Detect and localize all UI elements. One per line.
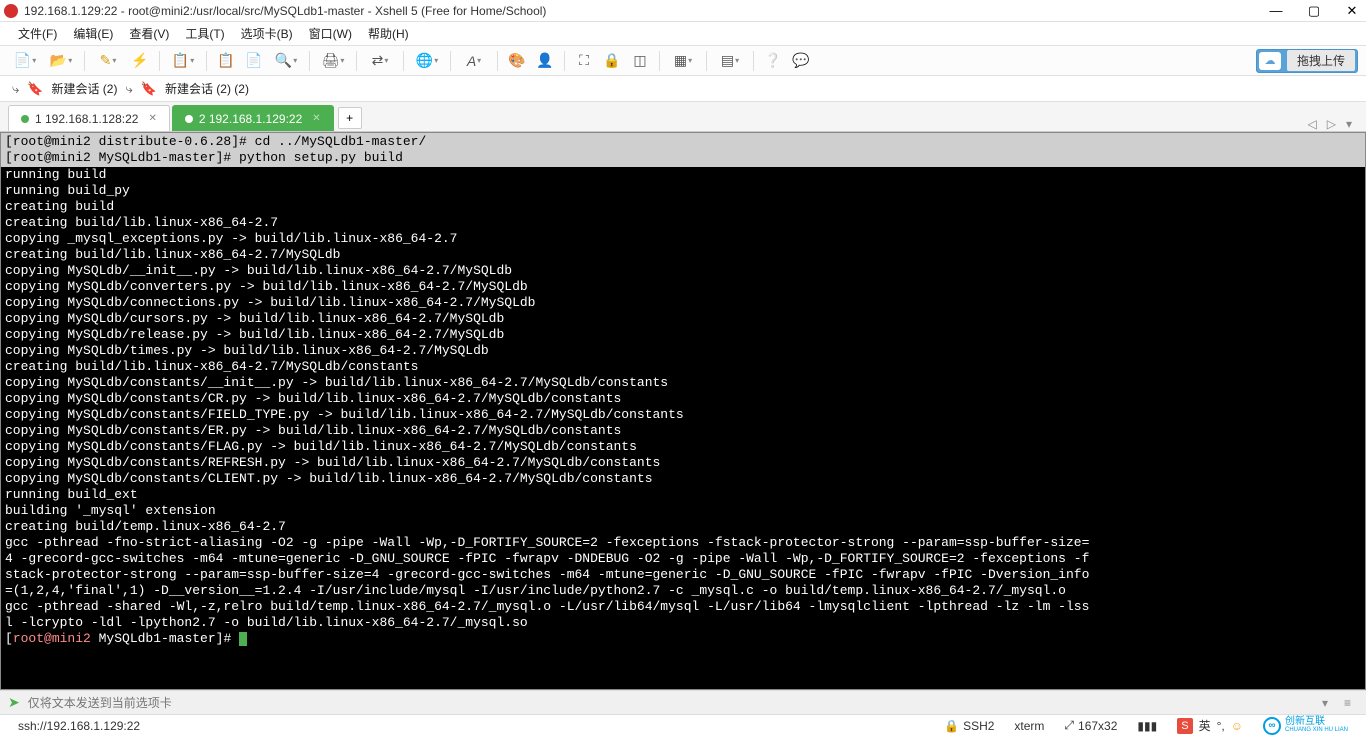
brand-logo: ∞ 创新互联 CHUANG XIN HU LIAN [1253, 717, 1358, 735]
tab-session-2[interactable]: 2 192.168.1.129:22 ✕ [172, 105, 334, 131]
menu-tab[interactable]: 选项卡(B) [235, 23, 299, 44]
status-dot-icon [21, 115, 29, 123]
session-link-1[interactable]: 新建会话 (2) [51, 80, 117, 97]
transfer-icon[interactable]: ⇄▾ [363, 49, 397, 73]
forward-icon[interactable]: ⤷ [12, 81, 19, 97]
font-icon[interactable]: A▾ [457, 49, 491, 73]
properties-icon[interactable]: 📋▾ [166, 49, 200, 73]
print-icon[interactable]: 🖨▾ [316, 49, 350, 73]
color-icon[interactable]: 🎨 [504, 49, 530, 73]
statusbar: ssh://192.168.1.129:22 🔒SSH2 xterm ⤢167x… [0, 714, 1366, 736]
toolbar-separator [206, 51, 207, 71]
toolbar-separator [659, 51, 660, 71]
menu-view[interactable]: 查看(V) [123, 23, 175, 44]
tab-menu-icon[interactable]: ▾ [1346, 117, 1352, 131]
new-session-icon[interactable]: 📄▾ [8, 49, 42, 73]
disconnect-icon[interactable]: ⚡ [127, 49, 153, 73]
reconnect-icon[interactable]: ✎▾ [91, 49, 125, 73]
ime-punct[interactable]: °, [1217, 719, 1225, 733]
about-icon[interactable]: 💬 [788, 49, 814, 73]
minimize-button[interactable]: — [1266, 3, 1286, 19]
tile-icon[interactable]: ▤▾ [713, 49, 747, 73]
tabbar: 1 192.168.1.128:22 ✕ 2 192.168.1.129:22 … [0, 102, 1366, 132]
paste-icon[interactable]: 📄 [241, 49, 267, 73]
toolbar-separator [403, 51, 404, 71]
menu-file[interactable]: 文件(F) [12, 23, 63, 44]
menu-tools[interactable]: 工具(T) [179, 23, 230, 44]
app-icon [4, 4, 18, 18]
tab-session-1[interactable]: 1 192.168.1.128:22 ✕ [8, 105, 170, 131]
forward-icon[interactable]: ⤷ [125, 81, 132, 97]
globe-icon[interactable]: 🌐▾ [410, 49, 444, 73]
menu-window[interactable]: 窗口(W) [303, 23, 358, 44]
toolbar: 📄▾ 📂▾ ✎▾ ⚡ 📋▾ 📋 📄 🔍▾ 🖨▾ ⇄▾ 🌐▾ A▾ 🎨 👤 ⛶ 🔒… [0, 46, 1366, 76]
brand-en: CHUANG XIN HU LIAN [1285, 726, 1348, 735]
tab-label: 2 192.168.1.129:22 [199, 112, 302, 126]
status-scroll: ▮▮▮ [1127, 719, 1167, 733]
help-icon[interactable]: ❔ [760, 49, 786, 73]
user-icon[interactable]: 👤 [532, 49, 558, 73]
brand-circle-icon: ∞ [1263, 717, 1281, 735]
toolbar-separator [706, 51, 707, 71]
ime-area: S 英 °, ☺ [1167, 717, 1253, 734]
tab-add-button[interactable]: + [338, 107, 362, 129]
toolbar-separator [497, 51, 498, 71]
toolbar-separator [159, 51, 160, 71]
status-term: xterm [1004, 719, 1054, 733]
bookmark-icon[interactable]: 🔖 [27, 81, 43, 97]
open-icon[interactable]: 📂▾ [44, 49, 78, 73]
sessionbar: ⤷ 🔖 新建会话 (2) ⤷ 🔖 新建会话 (2) (2) [0, 76, 1366, 102]
tab-nav: ◁ ▷ ▾ [1308, 117, 1359, 131]
history-icon[interactable]: ≡ [1344, 696, 1358, 710]
fullscreen-icon[interactable]: ⛶ [571, 49, 597, 73]
command-input[interactable] [28, 696, 1314, 710]
menubar: 文件(F) 编辑(E) 查看(V) 工具(T) 选项卡(B) 窗口(W) 帮助(… [0, 22, 1366, 46]
close-button[interactable]: ✕ [1342, 3, 1362, 19]
menu-edit[interactable]: 编辑(E) [67, 23, 119, 44]
cloud-icon: ☁ [1259, 52, 1281, 70]
tab-next-icon[interactable]: ▷ [1327, 117, 1336, 131]
toolbar-separator [309, 51, 310, 71]
toolbar-separator [356, 51, 357, 71]
ime-emoji-icon[interactable]: ☺ [1231, 719, 1243, 733]
transparent-icon[interactable]: ◫ [627, 49, 653, 73]
size-icon: ⤢ [1064, 718, 1074, 733]
ime-lang[interactable]: 英 [1199, 717, 1211, 734]
terminal[interactable]: [root@mini2 distribute-0.6.28]# cd ../My… [0, 132, 1366, 690]
upload-button[interactable]: ☁ 拖拽上传 [1256, 49, 1358, 73]
send-icon[interactable]: ➤ [8, 694, 20, 711]
status-size: ⤢167x32 [1054, 718, 1127, 733]
terminal-header: [root@mini2 distribute-0.6.28]# cd ../My… [1, 133, 1365, 167]
ime-icon[interactable]: S [1177, 718, 1192, 734]
titlebar: 192.168.1.129:22 - root@mini2:/usr/local… [0, 0, 1366, 22]
session-link-2[interactable]: 新建会话 (2) (2) [165, 80, 249, 97]
copy-icon[interactable]: 📋 [213, 49, 239, 73]
lock-icon: 🔒 [944, 719, 959, 733]
toolbar-separator [564, 51, 565, 71]
bookmark-icon[interactable]: 🔖 [141, 81, 157, 97]
toolbar-separator [753, 51, 754, 71]
lock-icon[interactable]: 🔒 [599, 49, 625, 73]
toolbar-separator [450, 51, 451, 71]
tab-prev-icon[interactable]: ◁ [1308, 117, 1317, 131]
inputbar: ➤ ▾ ≡ [0, 690, 1366, 714]
menu-help[interactable]: 帮助(H) [362, 23, 415, 44]
toolbar-separator [84, 51, 85, 71]
status-ssh: 🔒SSH2 [934, 719, 1004, 733]
tab-close-icon[interactable]: ✕ [312, 113, 320, 124]
layout-icon[interactable]: ▦▾ [666, 49, 700, 73]
status-dot-icon [185, 115, 193, 123]
tab-label: 1 192.168.1.128:22 [35, 112, 138, 126]
window-title: 192.168.1.129:22 - root@mini2:/usr/local… [24, 4, 1266, 18]
upload-label: 拖拽上传 [1287, 50, 1355, 71]
status-connection: ssh://192.168.1.129:22 [8, 719, 934, 733]
tab-close-icon[interactable]: ✕ [148, 113, 156, 124]
brand-cn: 创新互联 [1285, 717, 1348, 726]
find-icon[interactable]: 🔍▾ [269, 49, 303, 73]
maximize-button[interactable]: ▢ [1304, 3, 1324, 19]
target-dropdown-icon[interactable]: ▾ [1322, 696, 1336, 710]
terminal-output: running build running build_py creating … [1, 167, 1365, 689]
